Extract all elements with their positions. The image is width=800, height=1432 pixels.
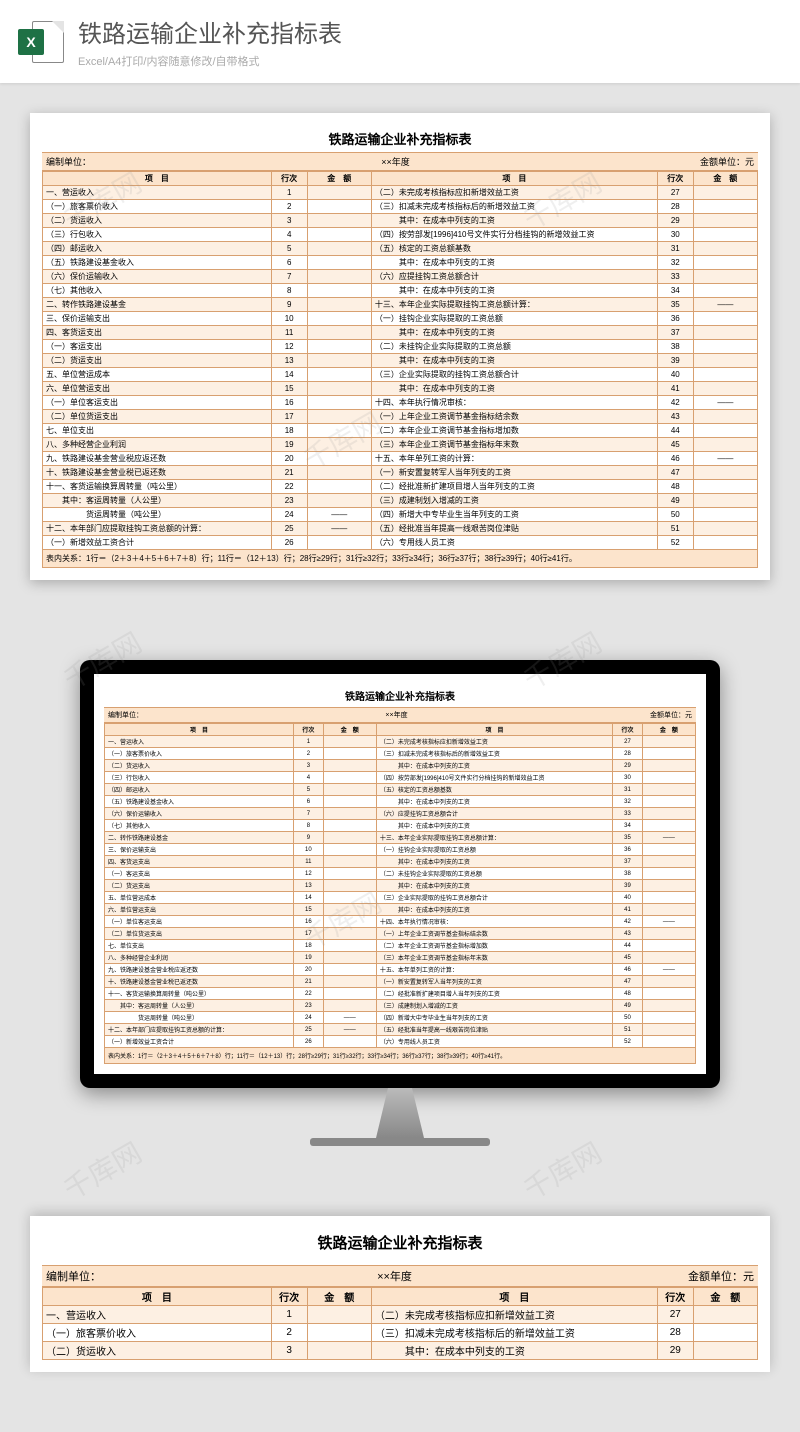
table-row: 十一、客货运输换算周转量（吨公里）22（二）经批准新扩建项目增人当年列支的工资4… xyxy=(43,480,758,494)
table-row: 八、多种经营企业利润19（三）本年企业工资调节基金指标年末数45 xyxy=(43,438,758,452)
table-row: （三）行包收入4（四）按劳部发[1996]410号文件实行分档挂钩的新增效益工资… xyxy=(43,228,758,242)
table-row: 货运周转量（吨公里）24——（四）新增大中专毕业生当年列支的工资50 xyxy=(105,1012,696,1024)
table-row: 十二、本年部门应提取挂钩工资总额的计算：25——（五）经批准当年提高一线艰苦岗位… xyxy=(43,522,758,536)
monitor-stand xyxy=(360,1088,440,1138)
table-row: 其中：客运周转量（人公里）23（三）成建制划入增减的工资49 xyxy=(43,494,758,508)
table-row: （一）旅客票价收入2（三）扣减未完成考核指标后的新增效益工资28 xyxy=(43,200,758,214)
monitor-base xyxy=(310,1138,490,1146)
table-row: （二）货运收入3 其中：在成本中列支的工资29 xyxy=(43,214,758,228)
table-row: （四）邮运收入5（五）核定的工资总额基数31 xyxy=(105,784,696,796)
preview-card-flat: 铁路运输企业补充指标表 编制单位：××年度金额单位：元 项 目 行次 金 额 项… xyxy=(30,113,770,580)
table-row: 九、铁路建设基金营业税应返还数20十五、本年单列工资的计算：46—— xyxy=(105,964,696,976)
table-row: （七）其他收入8 其中：在成本中列支的工资34 xyxy=(43,284,758,298)
table-row: 五、单位营运成本14（三）企业实际提取的挂钩工资总额合计40 xyxy=(43,368,758,382)
table-row: （二）货运收入3 其中：在成本中列支的工资29 xyxy=(43,1342,758,1360)
table-row: 四、客货运支出11 其中：在成本中列支的工资37 xyxy=(43,326,758,340)
table-row: 三、保价运输支出10（一）挂钩企业实际提取的工资总额36 xyxy=(43,312,758,326)
table-row: 七、单位支出18（二）本年企业工资调节基金指标增加数44 xyxy=(105,940,696,952)
excel-icon: X xyxy=(18,19,64,65)
table-row: （一）客运支出12（二）未挂钩企业实际提取的工资总额38 xyxy=(105,868,696,880)
table-row: （二）单位货运支出17（一）上年企业工资调节基金指标结余数43 xyxy=(105,928,696,940)
monitor-mockup: 铁路运输企业补充指标表 编制单位：××年度金额单位：元 项 目行次金 额 项 目… xyxy=(30,660,770,1146)
page-subtitle: Excel/A4打印/内容随意修改/自带格式 xyxy=(78,53,342,69)
table-row: （二）货运支出13 其中：在成本中列支的工资39 xyxy=(43,354,758,368)
table-row: （四）邮运收入5（五）核定的工资总额基数31 xyxy=(43,242,758,256)
table-row: 六、单位营运支出15 其中：在成本中列支的工资41 xyxy=(43,382,758,396)
table-row: （一）客运支出12（二）未挂钩企业实际提取的工资总额38 xyxy=(43,340,758,354)
table-row: 七、单位支出18（二）本年企业工资调节基金指标增加数44 xyxy=(43,424,758,438)
table-row: （五）铁路建设基金收入6 其中：在成本中列支的工资32 xyxy=(43,256,758,270)
table-row: 一、营运收入1（二）未完成考核指标应扣新增效益工资27 xyxy=(105,736,696,748)
table-row: 六、单位营运支出15 其中：在成本中列支的工资41 xyxy=(105,904,696,916)
table-row: 十、铁路建设基金营业税已返还数21（一）新安置复转军人当年列支的工资47 xyxy=(105,976,696,988)
table-row: （一）旅客票价收入2（三）扣减未完成考核指标后的新增效益工资28 xyxy=(105,748,696,760)
table-row: 三、保价运输支出10（一）挂钩企业实际提取的工资总额36 xyxy=(105,844,696,856)
table-row: （一）新增效益工资合计26（六）专用线人员工资52 xyxy=(105,1036,696,1048)
table-row: 十二、本年部门应提取挂钩工资总额的计算：25——（五）经批准当年提高一线艰苦岗位… xyxy=(105,1024,696,1036)
table-row: （六）保价运输收入7（六）应提挂钩工资总额合计33 xyxy=(43,270,758,284)
table-row: （六）保价运输收入7（六）应提挂钩工资总额合计33 xyxy=(105,808,696,820)
table-row: （二）货运支出13 其中：在成本中列支的工资39 xyxy=(105,880,696,892)
table-row: 其中：客运周转量（人公里）23（三）成建制划入增减的工资49 xyxy=(105,1000,696,1012)
table-row: 十一、客货运输换算周转量（吨公里）22（二）经批准新扩建项目增人当年列支的工资4… xyxy=(105,988,696,1000)
page-title: 铁路运输企业补充指标表 xyxy=(78,14,342,49)
table-row: （三）行包收入4（四）按劳部发[1996]410号文件实行分档挂钩的新增效益工资… xyxy=(105,772,696,784)
table-row: 一、营运收入1（二）未完成考核指标应扣新增效益工资27 xyxy=(43,1306,758,1324)
table-row: 货运周转量（吨公里）24——（四）新增大中专毕业生当年列支的工资50 xyxy=(43,508,758,522)
table-row: 五、单位营运成本14（三）企业实际提取的挂钩工资总额合计40 xyxy=(105,892,696,904)
table-row: 八、多种经营企业利润19（三）本年企业工资调节基金指标年末数45 xyxy=(105,952,696,964)
page-header: X 铁路运输企业补充指标表 Excel/A4打印/内容随意修改/自带格式 xyxy=(0,0,800,83)
table-row: （五）铁路建设基金收入6 其中：在成本中列支的工资32 xyxy=(105,796,696,808)
spreadsheet-table: 项 目 行次 金 额 项 目 行次 金 额 一、营运收入1（二）未完成考核指标应… xyxy=(42,171,758,550)
table-row: 四、客货运支出11 其中：在成本中列支的工资37 xyxy=(105,856,696,868)
table-row: （一）单位客运支出16十四、本年执行情况审核：42—— xyxy=(105,916,696,928)
table-row: （二）货运收入3 其中：在成本中列支的工资29 xyxy=(105,760,696,772)
sheet-meta: 编制单位：××年度金额单位：元 xyxy=(42,152,758,171)
table-row: 一、营运收入1（二）未完成考核指标应扣新增效益工资27 xyxy=(43,186,758,200)
table-row: 二、转作铁路建设基金9十三、本年企业实际提取挂钩工资总额计算：35—— xyxy=(105,832,696,844)
table-row: 九、铁路建设基金营业税应返还数20十五、本年单列工资的计算：46—— xyxy=(43,452,758,466)
table-row: （一）单位客运支出16十四、本年执行情况审核：42—— xyxy=(43,396,758,410)
table-row: 十、铁路建设基金营业税已返还数21（一）新安置复转军人当年列支的工资47 xyxy=(43,466,758,480)
sheet-title: 铁路运输企业补充指标表 xyxy=(42,125,758,152)
table-row: （一）新增效益工资合计26（六）专用线人员工资52 xyxy=(43,536,758,550)
table-footnote: 表内关系：1行＝（2＋3＋4＋5＋6＋7＋8）行；11行＝（12＋13）行；28… xyxy=(42,550,758,568)
table-row: 二、转作铁路建设基金9十三、本年企业实际提取挂钩工资总额计算：35—— xyxy=(43,298,758,312)
preview-partial: 铁路运输企业补充指标表 编制单位：××年度金额单位：元 项 目行次金 额 项 目… xyxy=(30,1216,770,1372)
table-row: （七）其他收入8 其中：在成本中列支的工资34 xyxy=(105,820,696,832)
table-row: （二）单位货运支出17（一）上年企业工资调节基金指标结余数43 xyxy=(43,410,758,424)
table-row: （一）旅客票价收入2（三）扣减未完成考核指标后的新增效益工资28 xyxy=(43,1324,758,1342)
